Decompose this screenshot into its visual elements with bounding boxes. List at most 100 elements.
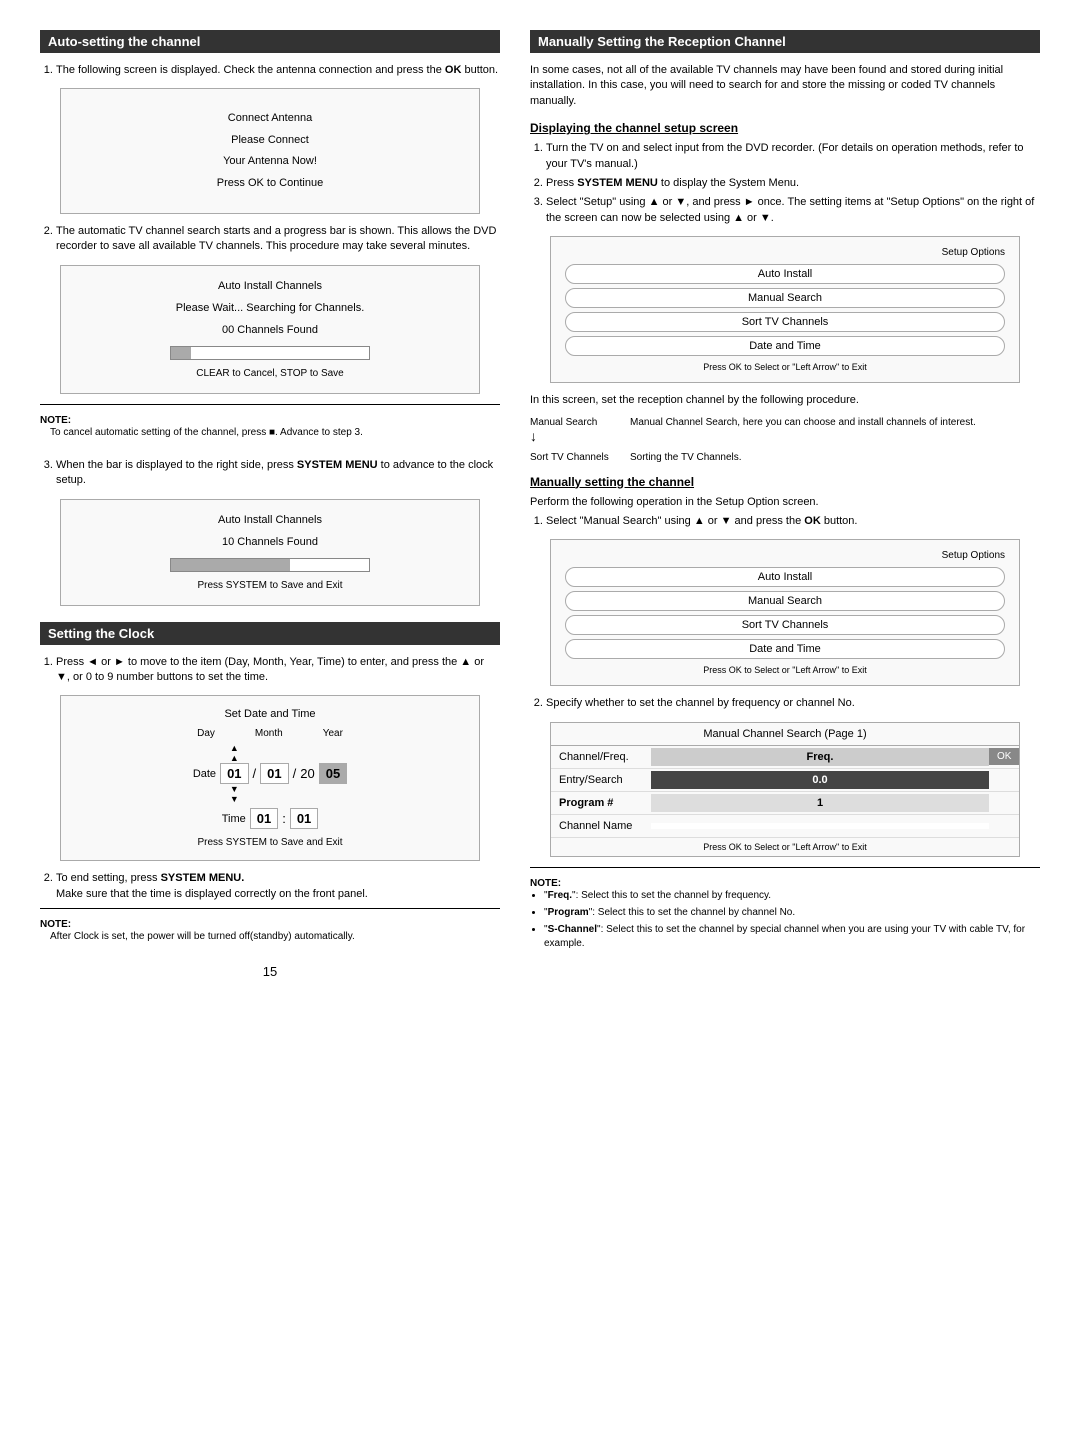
- ms-value-2[interactable]: 1: [651, 794, 989, 812]
- ms-label-0: Channel/Freq.: [551, 748, 651, 766]
- connect-line4: Press OK to Continue: [81, 176, 459, 191]
- menu1-item2[interactable]: Sort TV Channels: [565, 312, 1005, 332]
- menu2-item2[interactable]: Sort TV Channels: [565, 615, 1005, 635]
- right-note-2: "S-Channel": Select this to set the chan…: [544, 923, 1040, 951]
- page-number: 15: [40, 964, 500, 979]
- ms-label-3: Channel Name: [551, 817, 651, 835]
- dialog1-line3: 00 Channels Found: [77, 324, 463, 336]
- time-label: Time: [222, 813, 246, 825]
- menu2-item1[interactable]: Manual Search: [565, 591, 1005, 611]
- ms-spacer-1: [989, 777, 1019, 783]
- dialog2-line2: 10 Channels Found: [77, 536, 463, 548]
- ms-title: Manual Channel Search (Page 1): [551, 723, 1019, 746]
- note-desc-manual: Manual Channel Search, here you can choo…: [630, 417, 1040, 444]
- ms-footer: Press OK to Select or "Left Arrow" to Ex…: [551, 838, 1019, 856]
- progress-bar2-inner: [171, 559, 290, 571]
- ms-label-2: Program #: [551, 794, 651, 812]
- note1-text: To cancel automatic setting of the chann…: [50, 426, 500, 440]
- ms-value-3[interactable]: [651, 823, 989, 829]
- manually-setting-title: Manually setting the channel: [530, 475, 1040, 489]
- month-label: Month: [255, 728, 283, 739]
- clock-title: Setting the Clock: [40, 622, 500, 645]
- progress-bar1: [170, 346, 370, 360]
- dt-labels: Day Month Year: [77, 728, 463, 739]
- ms-value-0[interactable]: Freq.: [651, 748, 989, 766]
- ms-row-0: Channel/Freq. Freq. OK: [551, 746, 1019, 769]
- arrow-down-symbol: ↓: [530, 428, 620, 444]
- date-row: Date ▲ 01 ▼ / 01 / 20 05: [77, 743, 463, 804]
- menu1-item3[interactable]: Date and Time: [565, 336, 1005, 356]
- ms-spacer-3: [989, 823, 1019, 829]
- two-col-note1: Manual Search ↓ Manual Channel Search, h…: [530, 417, 1040, 444]
- year-prefix: 20: [300, 766, 314, 781]
- day-down-arrow[interactable]: ▼: [230, 784, 239, 804]
- ms-row-2: Program # 1: [551, 792, 1019, 815]
- day-value: 01: [220, 763, 248, 784]
- clock-step1: Press ◄ or ► to move to the item (Day, M…: [56, 655, 500, 686]
- connect-line3: Your Antenna Now!: [81, 154, 459, 169]
- right-note-1: "Program": Select this to set the channe…: [544, 906, 1040, 920]
- auto-setting-title: Auto-setting the channel: [40, 30, 500, 53]
- note-label1: NOTE:: [40, 415, 500, 426]
- setup-menu2: Setup Options Auto Install Manual Search…: [550, 539, 1020, 686]
- step2: The automatic TV channel search starts a…: [56, 224, 500, 255]
- note-label-manual: Manual Search ↓: [530, 417, 620, 444]
- note-label-sort: Sort TV Channels: [530, 452, 620, 463]
- month-stepper: 01: [260, 763, 288, 784]
- year-label: Year: [323, 728, 343, 739]
- note-divider2: [40, 908, 500, 909]
- search-dialog1: Auto Install Channels Please Wait... Sea…: [60, 265, 480, 394]
- menu1-item1[interactable]: Manual Search: [565, 288, 1005, 308]
- left-column: Auto-setting the channel The following s…: [40, 30, 500, 979]
- day-up-arrow[interactable]: ▲: [230, 743, 239, 763]
- step3: When the bar is displayed to the right s…: [56, 458, 500, 489]
- ms-row-3: Channel Name: [551, 815, 1019, 838]
- display-setup-title: Displaying the channel setup screen: [530, 121, 1040, 135]
- hour-value: 01: [250, 808, 278, 829]
- ms-value-1[interactable]: 0.0: [651, 771, 989, 789]
- date-time-box: Set Date and Time Day Month Year Date ▲ …: [60, 695, 480, 861]
- setup-menu1-title: Setup Options: [565, 247, 1005, 258]
- in-screen-text: In this screen, set the reception channe…: [530, 393, 1040, 408]
- connect-line2: Please Connect: [81, 133, 459, 148]
- manually-step2: Specify whether to set the channel by fr…: [546, 696, 1040, 711]
- progress-bar2: [170, 558, 370, 572]
- dialog2-line1: Auto Install Channels: [77, 514, 463, 526]
- dialog1-footer: CLEAR to Cancel, STOP to Save: [77, 368, 463, 379]
- manually-step1: Select "Manual Search" using ▲ or ▼ and …: [546, 514, 1040, 529]
- display-step2: Press SYSTEM MENU to display the System …: [546, 176, 1040, 191]
- menu1-item0[interactable]: Auto Install: [565, 264, 1005, 284]
- dt-title: Set Date and Time: [77, 708, 463, 720]
- right-intro: In some cases, not all of the available …: [530, 63, 1040, 109]
- year-value: 05: [319, 763, 347, 784]
- clock-section: Setting the Clock Press ◄ or ► to move t…: [40, 622, 500, 945]
- date-sep2: /: [293, 766, 297, 781]
- note-label2: NOTE:: [40, 919, 500, 930]
- manually-title: Manually Setting the Reception Channel: [530, 30, 1040, 53]
- dialog2-footer: Press SYSTEM to Save and Exit: [77, 580, 463, 591]
- display-step1: Turn the TV on and select input from the…: [546, 141, 1040, 172]
- right-column: Manually Setting the Reception Channel I…: [530, 30, 1040, 979]
- ms-ok-btn[interactable]: OK: [989, 748, 1019, 765]
- search-dialog2: Auto Install Channels 10 Channels Found …: [60, 499, 480, 606]
- display-step3: Select "Setup" using ▲ or ▼, and press ►…: [546, 195, 1040, 226]
- day-label: Day: [197, 728, 215, 739]
- setup-menu1: Setup Options Auto Install Manual Search…: [550, 236, 1020, 383]
- ms-label-1: Entry/Search: [551, 771, 651, 789]
- two-col-note2: Sort TV Channels Sorting the TV Channels…: [530, 452, 1040, 463]
- clock-step2: To end setting, press SYSTEM MENU. Make …: [56, 871, 500, 902]
- dialog1-line1: Auto Install Channels: [77, 280, 463, 292]
- ms-row-1: Entry/Search 0.0: [551, 769, 1019, 792]
- note-desc-sort: Sorting the TV Channels.: [630, 452, 1040, 463]
- month-value: 01: [260, 763, 288, 784]
- right-note-0: "Freq.": Select this to set the channel …: [544, 889, 1040, 903]
- dt-footer: Press SYSTEM to Save and Exit: [77, 837, 463, 848]
- date-label: Date: [193, 768, 216, 780]
- setup-menu1-footer: Press OK to Select or "Left Arrow" to Ex…: [565, 362, 1005, 372]
- right-notes: "Freq.": Select this to set the channel …: [530, 889, 1040, 951]
- right-note-label: NOTE:: [530, 878, 1040, 889]
- display-steps: Turn the TV on and select input from the…: [530, 141, 1040, 226]
- right-note-divider: [530, 867, 1040, 868]
- menu2-item3[interactable]: Date and Time: [565, 639, 1005, 659]
- menu2-item0[interactable]: Auto Install: [565, 567, 1005, 587]
